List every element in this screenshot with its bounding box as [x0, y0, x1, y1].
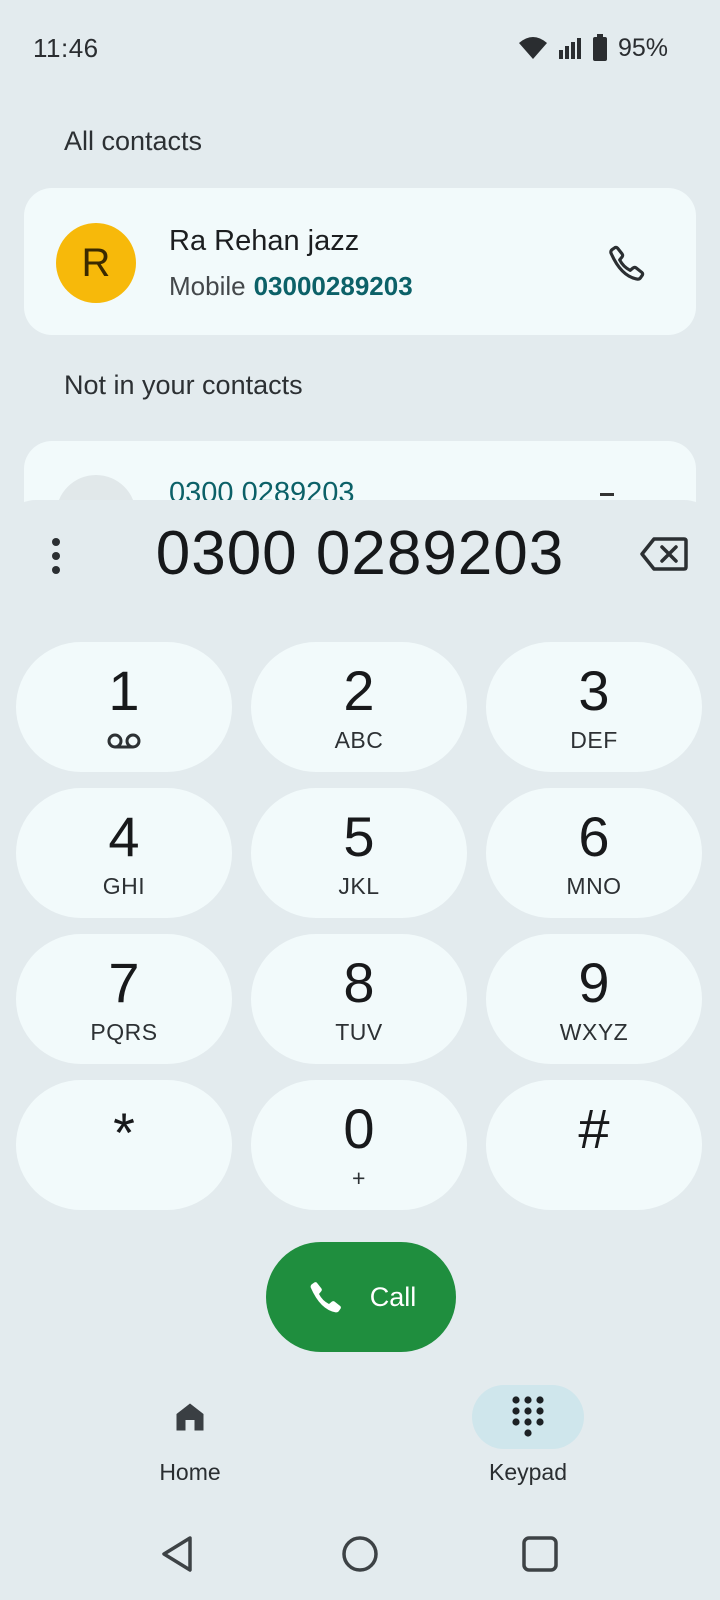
key-2[interactable]: 2 ABC	[251, 642, 467, 772]
key-letters: PQRS	[90, 1019, 158, 1045]
key-hash[interactable]: #	[486, 1080, 702, 1210]
avatar: R	[56, 223, 136, 303]
key-digit: 5	[343, 805, 375, 868]
key-letters: TUV	[335, 1019, 383, 1045]
battery-level: 95%	[617, 33, 668, 62]
key-star[interactable]: *	[16, 1080, 232, 1210]
call-button[interactable]: Call	[266, 1242, 456, 1352]
phone-icon	[310, 1282, 341, 1313]
key-letters: MNO	[566, 873, 622, 899]
key-5[interactable]: 5 JKL	[251, 788, 467, 918]
call-label: Call	[369, 1281, 417, 1312]
key-digit: 7	[108, 951, 140, 1014]
keypad: 1 2 ABC 3 DEF 4 GHI 5 JKL 6 MNO 7 PQRS 8…	[16, 642, 704, 1210]
key-letters: GHI	[102, 873, 146, 899]
key-digit: 1	[108, 659, 140, 722]
nav-pill	[134, 1385, 246, 1449]
backspace-icon[interactable]	[640, 536, 688, 572]
home-icon	[176, 1403, 204, 1431]
key-digit: *	[113, 1101, 135, 1164]
all-contacts-heading: All contacts	[64, 126, 203, 156]
key-letters: DEF	[570, 727, 618, 753]
wifi-icon	[518, 37, 547, 59]
contact-name: Ra Rehan jazz	[169, 225, 360, 257]
key-1[interactable]: 1	[16, 642, 232, 772]
status-bar: 11:46 95%	[0, 0, 720, 96]
signal-icon	[558, 38, 581, 59]
dialed-number-display[interactable]: 0300 0289203	[100, 518, 620, 589]
system-navigation	[0, 1520, 720, 1590]
key-8[interactable]: 8 TUV	[251, 934, 467, 1064]
key-6[interactable]: 6 MNO	[486, 788, 702, 918]
key-digit: 9	[578, 951, 610, 1014]
status-time: 11:46	[33, 32, 99, 63]
key-letters: ABC	[334, 727, 384, 753]
key-letters: JKL	[338, 873, 380, 899]
key-9[interactable]: 9 WXYZ	[486, 934, 702, 1064]
key-7[interactable]: 7 PQRS	[16, 934, 232, 1064]
key-digit: 0	[343, 1097, 375, 1160]
key-3[interactable]: 3 DEF	[486, 642, 702, 772]
not-in-contacts-heading: Not in your contacts	[64, 370, 303, 400]
contact-phone-number: 03000289203	[253, 271, 413, 301]
more-vert-icon[interactable]	[44, 534, 68, 578]
overflow-icon	[600, 493, 614, 496]
home-circle-icon[interactable]	[338, 1532, 382, 1576]
nav-pill-active	[472, 1385, 584, 1449]
key-digit: 2	[343, 659, 375, 722]
key-digit: 4	[108, 805, 140, 868]
key-letters: WXYZ	[559, 1019, 629, 1045]
key-digit: 8	[343, 951, 375, 1014]
key-digit: #	[578, 1097, 610, 1160]
back-icon[interactable]	[156, 1532, 200, 1576]
key-digit: 3	[578, 659, 610, 722]
voicemail-icon	[107, 733, 141, 749]
contact-phone-type: Mobile	[169, 271, 246, 301]
nav-label: Home	[159, 1459, 221, 1485]
phone-icon[interactable]	[606, 242, 648, 284]
key-letters: +	[352, 1165, 366, 1191]
nav-keypad[interactable]: Keypad	[428, 1385, 628, 1486]
battery-icon	[592, 34, 607, 61]
dialpad-icon	[512, 1396, 544, 1437]
key-4[interactable]: 4 GHI	[16, 788, 232, 918]
key-0[interactable]: 0 +	[251, 1080, 467, 1210]
contact-result-card[interactable]: R Ra Rehan jazz Mobile 03000289203	[24, 188, 696, 335]
bottom-navigation: Home Keypad	[0, 1385, 720, 1495]
nav-home[interactable]: Home	[90, 1385, 290, 1486]
status-icons: 95%	[518, 34, 668, 63]
nav-label: Keypad	[488, 1459, 567, 1485]
contact-phone-line: Mobile 03000289203	[169, 271, 413, 302]
key-digit: 6	[578, 805, 610, 868]
recents-icon[interactable]	[518, 1532, 562, 1576]
